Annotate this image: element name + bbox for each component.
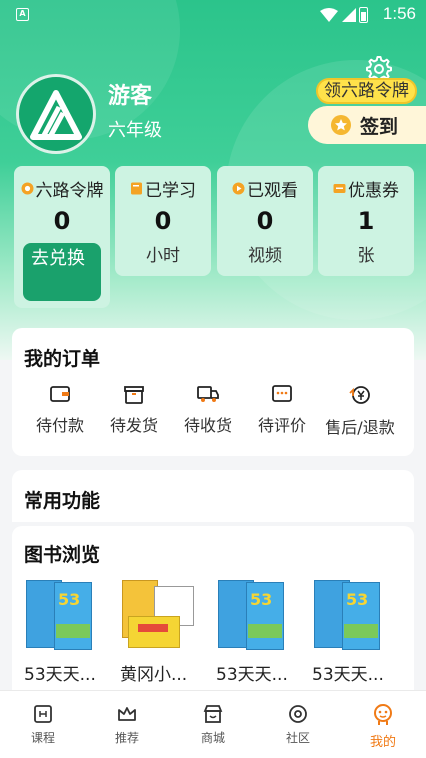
stat-card-study-hours[interactable]: 已学习 0 小时	[115, 166, 211, 276]
book-icon	[131, 182, 142, 195]
order-label: 待发货	[109, 416, 158, 435]
nav-label: 我的	[369, 735, 396, 750]
stat-value: 0	[256, 207, 274, 235]
my-orders-card: 我的订单 待付款 待发货 待收货 待评价 售后/退款	[12, 328, 414, 456]
book-cover	[120, 576, 196, 652]
order-label: 待付款	[35, 416, 84, 435]
user-name[interactable]: 游客	[108, 78, 152, 110]
order-label: 待评价	[257, 416, 306, 435]
checkin-label: 签到	[360, 116, 399, 138]
nav-label: 课程	[30, 731, 55, 745]
order-label: 待收货	[183, 416, 232, 435]
user-grade[interactable]: 六年级	[108, 116, 162, 142]
avatar[interactable]	[16, 74, 96, 154]
stat-title: 已观看	[247, 181, 298, 201]
book-cover: 53	[216, 576, 292, 652]
nav-community[interactable]: 社区	[263, 703, 333, 746]
book-name: 53天天...	[24, 665, 96, 685]
nav-recommend[interactable]: 推荐	[92, 703, 162, 746]
stat-value: 0	[53, 207, 71, 235]
book-cover: 53	[312, 576, 388, 652]
book-name: 黄冈小...	[120, 665, 188, 685]
clock: 1:56	[382, 4, 416, 23]
order-after-sales[interactable]: 售后/退款	[316, 384, 404, 438]
order-pending-payment[interactable]: 待付款	[20, 384, 100, 436]
status-bar: A 1:56	[0, 0, 426, 30]
book-cover: 53	[24, 576, 100, 652]
medal-icon	[331, 115, 351, 135]
bottom-navigation: 课程 推荐 商城 社区 我的	[0, 690, 426, 758]
shop-icon	[203, 705, 223, 723]
order-pending-review[interactable]: 待评价	[242, 384, 322, 436]
refund-icon	[349, 386, 370, 404]
book-browse-card: 图书浏览 53 53天天... 黄冈小... 53 53天天... 53 53天…	[12, 526, 414, 692]
comment-icon	[272, 385, 292, 402]
nav-mine[interactable]: 我的	[348, 703, 418, 750]
wifi-icon	[320, 8, 338, 22]
redeem-button[interactable]: 去兑换	[23, 243, 101, 301]
book-name: 53天天...	[312, 665, 384, 685]
app-notification-icon: A	[16, 8, 29, 21]
claim-token-tag[interactable]: 领六路令牌	[316, 78, 417, 104]
stat-card-coupons[interactable]: 优惠券 1 张	[318, 166, 414, 276]
book-name: 53天天...	[216, 665, 288, 685]
stat-title: 六路令牌	[35, 181, 104, 201]
nav-label: 商城	[200, 731, 225, 745]
mine-icon	[374, 704, 392, 725]
stat-unit: 视频	[248, 246, 282, 266]
crown-icon	[118, 707, 136, 721]
wallet-icon	[50, 386, 70, 402]
stat-title: 已学习	[145, 181, 196, 201]
battery-icon	[359, 7, 368, 23]
stat-card-tokens[interactable]: 六路令牌 0 去兑换	[14, 166, 110, 308]
nav-shop[interactable]: 商城	[178, 703, 248, 746]
book-item[interactable]: 53 53天天...	[312, 576, 392, 685]
stat-value: 1	[357, 207, 375, 235]
stat-title: 优惠券	[348, 181, 399, 201]
stat-unit: 小时	[146, 246, 180, 266]
token-icon	[21, 182, 33, 195]
nav-label: 社区	[285, 731, 310, 745]
coupon-icon	[333, 184, 346, 193]
nav-label: 推荐	[114, 731, 139, 745]
cellular-icon	[342, 8, 356, 22]
order-pending-receipt[interactable]: 待收货	[168, 384, 248, 436]
course-icon	[34, 705, 52, 723]
nav-course[interactable]: 课程	[8, 703, 78, 746]
app-logo-icon	[30, 90, 82, 140]
play-icon	[232, 182, 245, 195]
box-icon	[124, 386, 144, 404]
order-label: 售后/退款	[325, 418, 395, 437]
community-icon	[289, 705, 307, 723]
book-item[interactable]: 黄冈小...	[120, 576, 200, 685]
order-pending-shipment[interactable]: 待发货	[94, 384, 174, 436]
stat-card-videos[interactable]: 已观看 0 视频	[217, 166, 313, 276]
orders-title: 我的订单	[24, 348, 101, 370]
checkin-button[interactable]: 签到	[308, 106, 426, 144]
books-title: 图书浏览	[24, 544, 101, 566]
common-functions-card: 常用功能	[12, 470, 414, 522]
stat-value: 0	[154, 207, 172, 235]
book-item[interactable]: 53 53天天...	[216, 576, 296, 685]
truck-icon	[197, 386, 219, 402]
functions-title: 常用功能	[24, 490, 101, 512]
stat-unit: 张	[357, 246, 375, 266]
book-item[interactable]: 53 53天天...	[24, 576, 104, 685]
